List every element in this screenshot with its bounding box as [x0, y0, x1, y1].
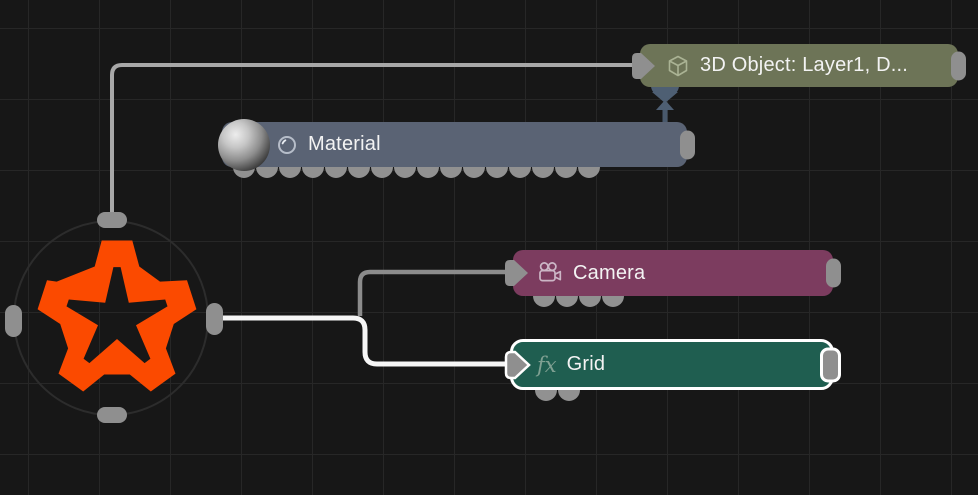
node-label: Grid [567, 353, 606, 376]
video-camera-icon [537, 260, 563, 286]
hub-logo-star[interactable] [38, 241, 197, 392]
node-camera[interactable]: Camera [513, 250, 833, 296]
material-preview-sphere[interactable] [218, 119, 270, 171]
node-material[interactable]: Material [222, 122, 687, 167]
node-grid[interactable]: fx Grid [510, 339, 834, 390]
material-ball-icon [276, 134, 298, 156]
output-port-pill[interactable] [820, 347, 841, 382]
output-port-pill[interactable] [680, 130, 695, 159]
object3d-material-port-lower [656, 100, 674, 110]
wire-hub-to-camera[interactable] [360, 272, 517, 316]
node-label: Camera [573, 262, 645, 285]
input-port-arrow[interactable] [629, 50, 657, 82]
input-port-arrow[interactable] [502, 257, 530, 289]
hub-port-top[interactable] [97, 212, 127, 228]
output-port-pill[interactable] [951, 51, 966, 80]
fx-icon: fx [537, 353, 557, 377]
node-label: Material [308, 133, 381, 156]
node-editor-canvas[interactable]: 3D Object: Layer1, D... Material Camera … [0, 0, 978, 495]
hub-port-bottom[interactable] [97, 407, 127, 423]
hub-port-right[interactable] [206, 303, 223, 335]
node-label: 3D Object: Layer1, D... [700, 54, 908, 77]
node-object3d[interactable]: 3D Object: Layer1, D... [640, 44, 958, 87]
hub-port-left[interactable] [5, 305, 22, 337]
output-port-pill[interactable] [826, 259, 841, 288]
input-port-arrow[interactable] [502, 348, 532, 382]
wire-hub-to-grid[interactable] [223, 318, 517, 364]
cube-icon [666, 54, 690, 78]
